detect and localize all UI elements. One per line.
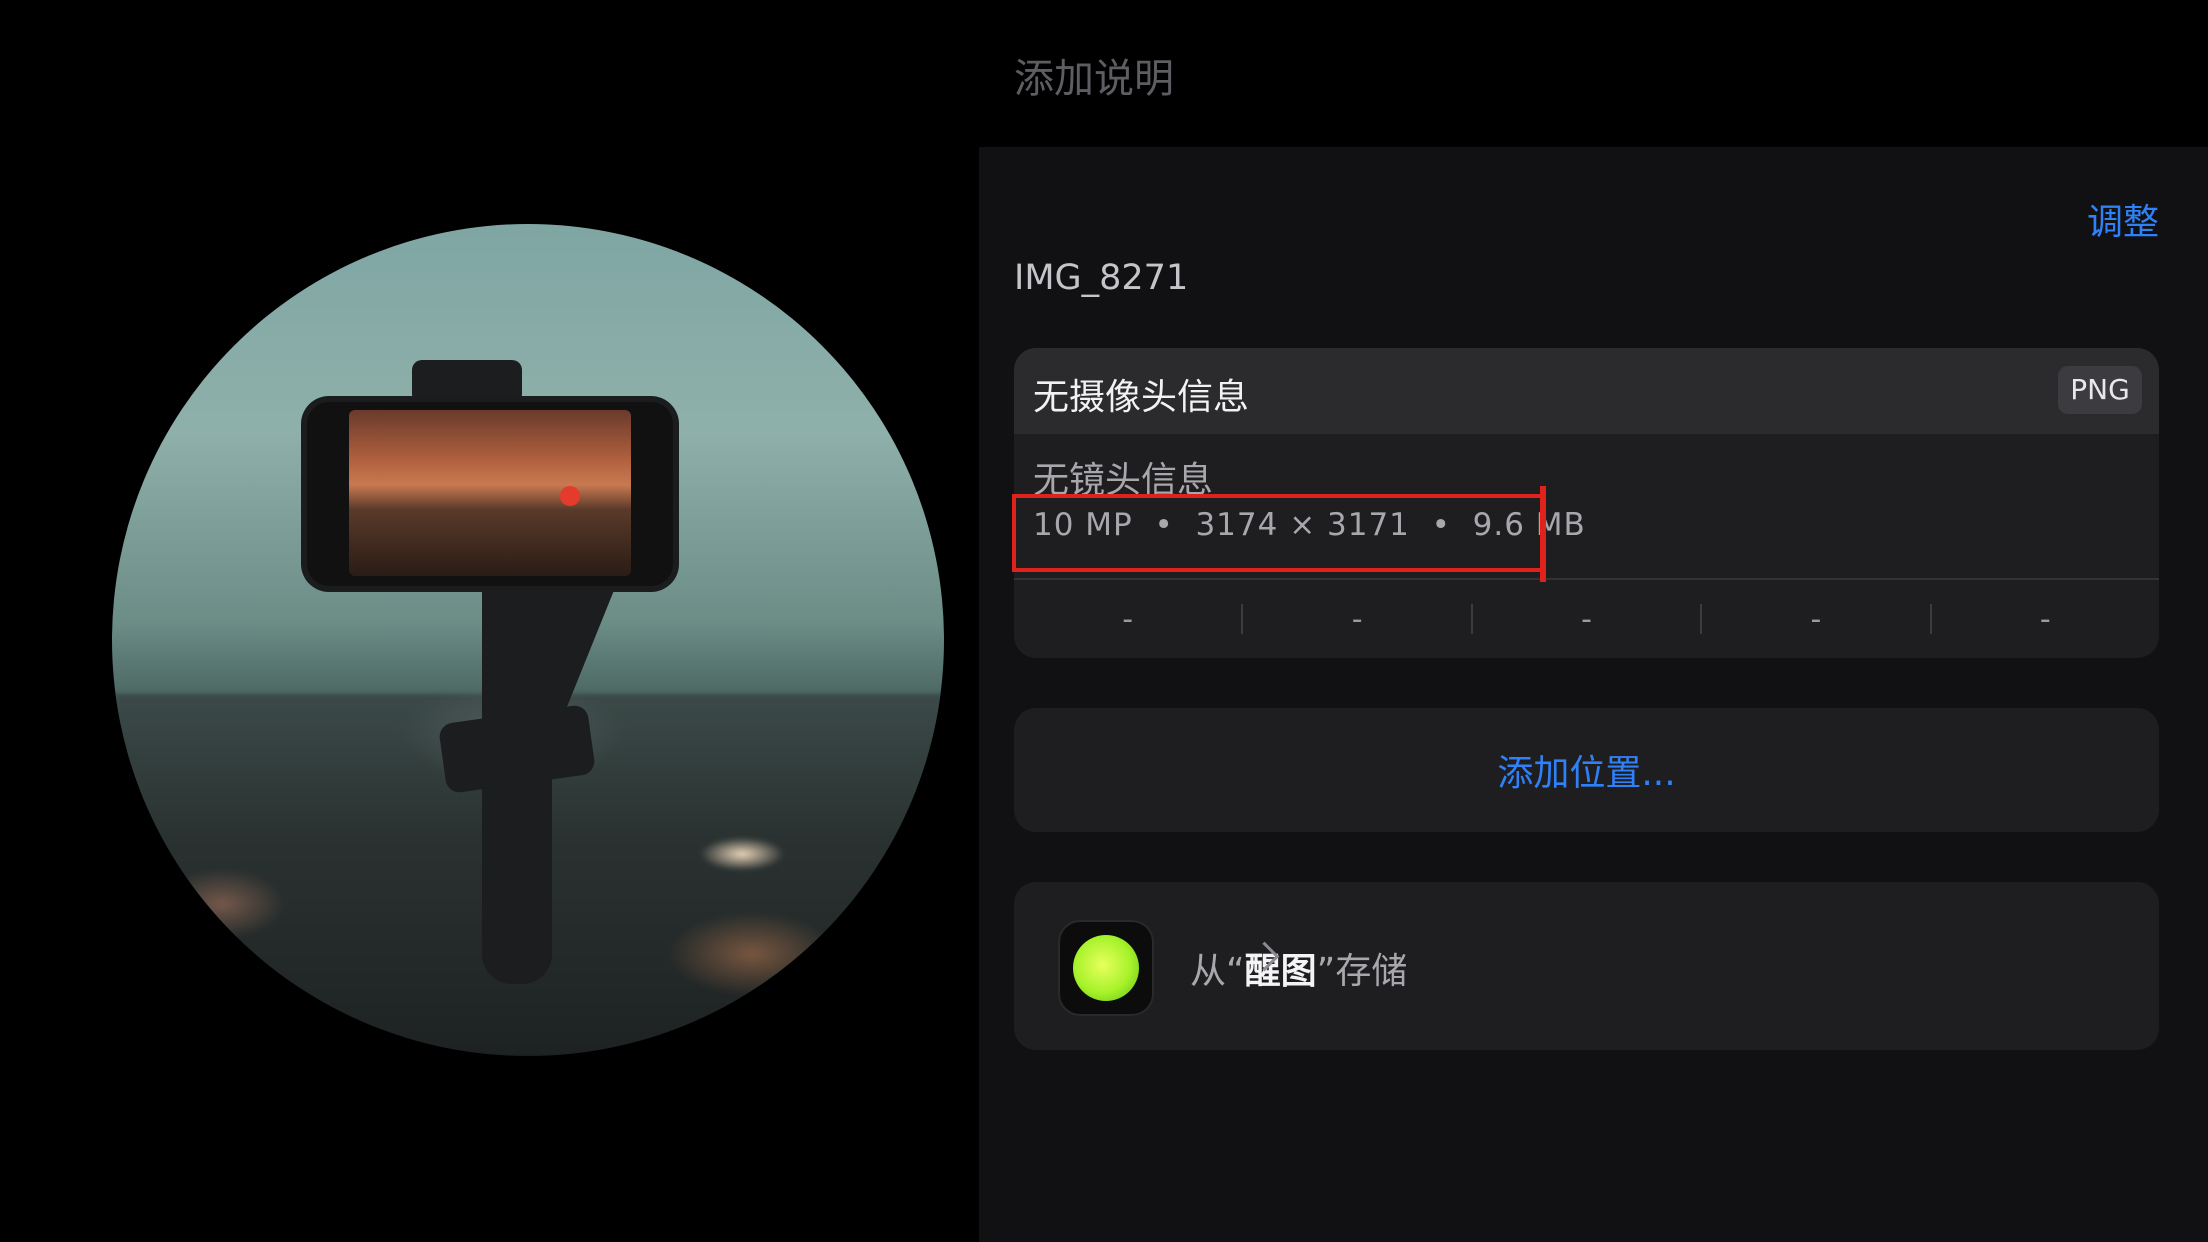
saved-from-prefix: 从“ xyxy=(1190,951,1245,992)
photo-preview xyxy=(0,0,979,1242)
camera-info: 无摄像头信息 xyxy=(1033,377,1250,418)
exif-focal-length: - xyxy=(1351,601,1363,637)
photo-image[interactable] xyxy=(112,224,944,1056)
app-icon xyxy=(1058,920,1154,1016)
add-location-button[interactable]: 添加位置... xyxy=(1014,708,2159,832)
saved-from-suffix: ”存储 xyxy=(1316,951,1408,992)
phone-screen xyxy=(349,410,631,576)
caption-input[interactable]: 添加说明 xyxy=(1014,46,1174,104)
adjust-button[interactable]: 调整 xyxy=(2087,193,2159,245)
exif-exposure: - xyxy=(1581,601,1592,637)
gimbal-clamp xyxy=(412,360,522,404)
file-name: IMG_8271 xyxy=(1014,258,1189,298)
format-badge: PNG xyxy=(2058,366,2142,414)
record-dot xyxy=(560,486,580,506)
phone xyxy=(307,402,673,586)
highlight-annotation-edge xyxy=(1540,486,1546,582)
camera-row: 无摄像头信息 PNG xyxy=(1014,348,2159,434)
exif-shutter: - xyxy=(2039,601,2051,637)
info-panel xyxy=(979,147,2208,1242)
exif-iso: - xyxy=(1122,601,1134,637)
exif-row: - - - - - xyxy=(1014,580,2159,658)
app-icon-dot xyxy=(1073,935,1139,1001)
saved-from-label: 从“醒图”存储 xyxy=(1190,942,1407,994)
saved-from-app-row[interactable]: 从“醒图”存储 xyxy=(1014,882,2159,1050)
add-location-label: 添加位置... xyxy=(1497,753,1676,794)
exif-aperture: - xyxy=(1810,601,1822,637)
highlight-annotation xyxy=(1012,494,1546,572)
